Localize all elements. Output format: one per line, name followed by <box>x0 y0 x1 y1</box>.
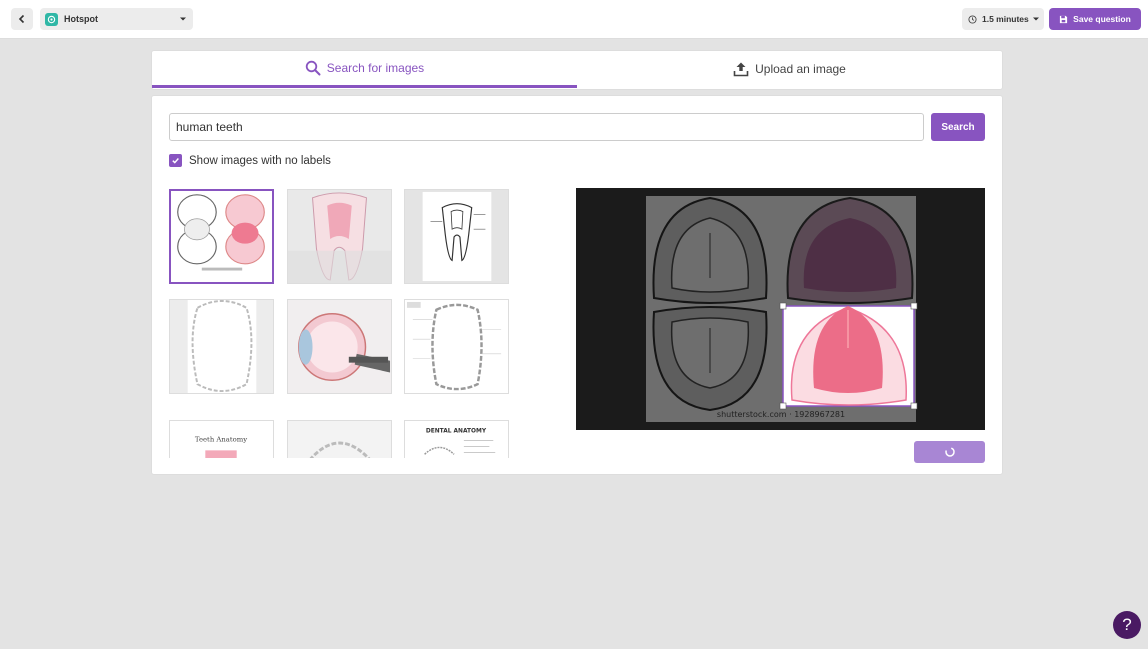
image-preview: shutterstock.com · 1928967281 <box>576 188 985 430</box>
clock-icon <box>968 14 977 24</box>
image-result-arch-outline[interactable] <box>169 299 274 394</box>
time-limit-label: 1.5 minutes <box>982 14 1029 24</box>
image-result-arch-partial[interactable] <box>287 420 392 458</box>
image-search-panel: Search Show images with no labels <box>151 95 1003 475</box>
top-bar: Hotspot 1.5 minutes Save question <box>0 0 1148 39</box>
search-button-label: Search <box>941 121 975 133</box>
spinner-icon <box>945 447 955 457</box>
image-result-dental-anatomy[interactable]: DENTAL ANATOMY <box>404 420 509 458</box>
image-source-tabs: Search for images Upload an image <box>151 50 1003 90</box>
chevron-left-icon <box>18 14 25 24</box>
tab-search-images[interactable]: Search for images <box>152 51 577 88</box>
dental-anatomy-caption: DENTAL ANATOMY <box>426 429 487 435</box>
question-type-dropdown[interactable]: Hotspot <box>40 8 193 30</box>
question-type-label: Hotspot <box>64 14 98 24</box>
help-label: ? <box>1122 615 1132 634</box>
help-button[interactable]: ? <box>1113 611 1141 639</box>
search-button[interactable]: Search <box>931 113 985 141</box>
use-image-button[interactable] <box>914 441 985 463</box>
caret-down-icon <box>180 17 186 21</box>
save-question-label: Save question <box>1073 14 1131 24</box>
save-question-button[interactable]: Save question <box>1049 8 1141 30</box>
caret-down-icon <box>1032 17 1039 21</box>
image-result-dental-arches-color[interactable] <box>169 189 274 284</box>
image-result-tooth-diagram[interactable] <box>404 189 509 284</box>
tab-upload-image[interactable]: Upload an image <box>577 51 1002 87</box>
no-labels-checkbox[interactable] <box>169 154 182 167</box>
tab-upload-label: Upload an image <box>755 62 846 76</box>
save-icon <box>1060 15 1068 23</box>
no-labels-filter: Show images with no labels <box>169 154 331 167</box>
image-result-tooth-cross-section[interactable] <box>287 189 392 284</box>
search-icon <box>305 60 321 76</box>
back-button[interactable] <box>11 8 33 30</box>
hotspot-icon <box>45 12 58 26</box>
teeth-anatomy-caption: Teeth Anatomy <box>195 436 247 444</box>
image-result-arch-labeled[interactable] <box>404 299 509 394</box>
tab-search-label: Search for images <box>326 61 425 75</box>
no-labels-label: Show images with no labels <box>189 154 331 167</box>
upload-icon <box>733 62 749 77</box>
image-results-grid: Teeth Anatomy DENTAL ANATOMY <box>169 189 514 458</box>
image-result-eye-anatomy[interactable] <box>287 299 392 394</box>
image-result-teeth-anatomy[interactable]: Teeth Anatomy <box>169 420 274 458</box>
time-limit-dropdown[interactable]: 1.5 minutes <box>962 8 1044 30</box>
preview-watermark: shutterstock.com · 1928967281 <box>717 410 845 419</box>
checkmark-icon <box>172 158 179 164</box>
image-search-input[interactable] <box>169 113 924 141</box>
